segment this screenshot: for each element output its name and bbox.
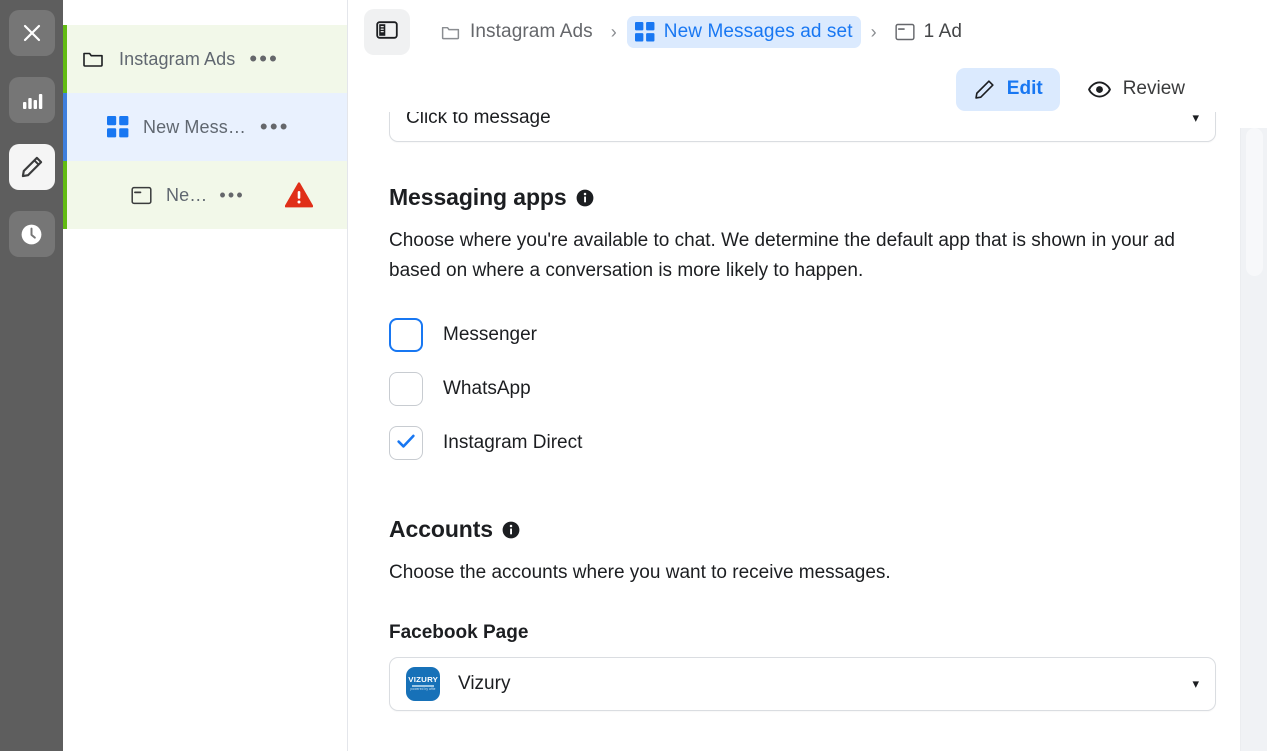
checkbox-row-instagram-direct[interactable]: Instagram Direct: [389, 416, 1267, 470]
sidebar-toggle-button[interactable]: [364, 9, 410, 55]
main-content-area: Instagram Ads › New Messages ad set › 1 …: [348, 0, 1267, 751]
messaging-apps-description: Choose where you're available to chat. W…: [389, 230, 1175, 281]
ad-window-icon: [895, 22, 915, 42]
pencil-icon: [19, 154, 45, 180]
row-overflow-menu-button[interactable]: •••: [260, 116, 290, 138]
top-bar: Instagram Ads › New Messages ad set › 1 …: [348, 0, 1267, 128]
call-to-action-value: Click to message: [406, 112, 551, 128]
review-tab-label: Review: [1122, 78, 1185, 99]
breadcrumb-item-campaign[interactable]: Instagram Ads: [432, 16, 601, 48]
facebook-page-select[interactable]: VIZURY powered by affle Vizury ▾: [389, 657, 1216, 711]
ad-set-form-scroll-area: Click to message ▾ Messaging apps Choose…: [348, 112, 1267, 751]
facebook-page-value: Vizury: [458, 673, 511, 694]
checkmark-icon: [395, 430, 417, 457]
tree-row-label: Instagram Ads: [119, 48, 236, 69]
sidebar-toggle-icon: [376, 19, 398, 46]
folder-icon: [81, 47, 105, 71]
chevron-down-icon: ▾: [1192, 112, 1199, 125]
scrollbar-thumb[interactable]: [1246, 128, 1263, 276]
adset-grid-icon: [107, 116, 129, 138]
checkbox-label: Instagram Direct: [443, 432, 583, 453]
checkbox-row-whatsapp[interactable]: WhatsApp: [389, 362, 1267, 416]
ad-window-icon: [131, 185, 152, 206]
page-avatar-subtext: powered by affle: [410, 686, 436, 691]
warning-icon[interactable]: [284, 182, 313, 208]
clock-icon: [19, 222, 44, 247]
tree-row-campaign[interactable]: Instagram Ads •••: [63, 25, 347, 93]
chart-bar-icon: [20, 88, 44, 112]
pencil-icon: [973, 78, 996, 101]
accounts-description: Choose the accounts where you want to re…: [389, 562, 891, 583]
page-avatar-text: VIZURY: [408, 675, 438, 685]
edit-tab-label: Edit: [1006, 78, 1043, 99]
breadcrumb-item-adset[interactable]: New Messages ad set: [626, 16, 861, 48]
form-scrollbar-gutter[interactable]: [1240, 128, 1267, 751]
folder-icon: [440, 22, 461, 43]
instagram-direct-checkbox[interactable]: [389, 426, 423, 460]
page-avatar: VIZURY powered by affle: [406, 667, 440, 701]
close-icon: [20, 21, 44, 45]
messenger-checkbox[interactable]: [389, 318, 423, 352]
checkbox-label: WhatsApp: [443, 378, 531, 399]
breadcrumb-separator: ›: [870, 21, 877, 42]
tree-row-adset[interactable]: New Mess… •••: [63, 93, 347, 161]
messaging-apps-heading: Messaging apps: [389, 184, 1267, 211]
chevron-down-icon: ▾: [1192, 676, 1199, 691]
tree-row-label: New Mess…: [143, 116, 246, 137]
pencil-icon-button[interactable]: [8, 144, 55, 190]
campaign-tree-sidebar: Instagram Ads ••• New Mess… ••• Ne… •••: [63, 0, 348, 751]
breadcrumb-label: Instagram Ads: [470, 21, 593, 42]
breadcrumb-label: 1 Ad: [923, 21, 963, 42]
row-accent-bar: [63, 161, 67, 229]
row-overflow-menu-button[interactable]: •••: [249, 48, 279, 70]
accounts-heading: Accounts: [389, 516, 1267, 543]
view-mode-actions: Edit Review: [348, 60, 1267, 118]
info-icon[interactable]: [576, 189, 594, 207]
section-title: Messaging apps: [389, 184, 567, 210]
messaging-apps-checklist: Messenger WhatsApp Instagram Direct: [389, 308, 1267, 470]
icon-rail: [0, 0, 63, 751]
close-icon-button[interactable]: [8, 10, 55, 56]
breadcrumb-separator: ›: [610, 21, 617, 42]
checkbox-label: Messenger: [443, 324, 537, 345]
section-title: Accounts: [389, 516, 493, 542]
eye-icon: [1087, 77, 1112, 102]
row-accent-bar: [63, 25, 67, 93]
breadcrumb-item-ad[interactable]: 1 Ad: [887, 16, 970, 48]
breadcrumb: Instagram Ads › New Messages ad set › 1 …: [348, 8, 1267, 56]
breadcrumb-label: New Messages ad set: [663, 21, 853, 42]
review-tab-button[interactable]: Review: [1070, 67, 1202, 112]
adset-grid-icon: [634, 22, 655, 42]
row-overflow-menu-button[interactable]: •••: [219, 186, 245, 204]
clock-icon-button[interactable]: [8, 211, 55, 257]
edit-tab-button[interactable]: Edit: [955, 67, 1060, 111]
info-icon[interactable]: [502, 521, 520, 539]
row-accent-bar: [63, 93, 67, 161]
whatsapp-checkbox[interactable]: [389, 372, 423, 406]
facebook-page-label: Facebook Page: [389, 622, 529, 643]
ads-manager-window: Instagram Ads ••• New Mess… ••• Ne… ••• …: [0, 0, 1267, 751]
chart-bar-icon-button[interactable]: [8, 77, 55, 123]
checkbox-row-messenger[interactable]: Messenger: [389, 308, 1267, 362]
call-to-action-select[interactable]: Click to message ▾: [389, 112, 1216, 142]
tree-row-ad[interactable]: Ne… •••: [63, 161, 347, 229]
tree-row-label: Ne…: [166, 184, 208, 205]
